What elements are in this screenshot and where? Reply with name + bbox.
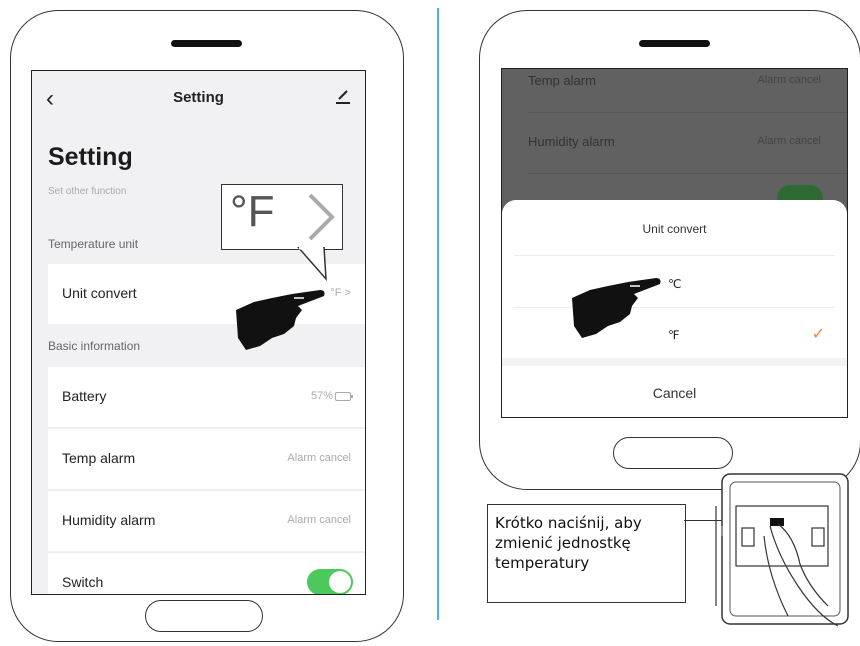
option-fahrenheit[interactable]: ℉ [668, 328, 679, 342]
unit-convert-value: °F > [330, 287, 351, 299]
nav-bar: ‹ Setting [32, 71, 365, 127]
switch-label: Switch [62, 574, 104, 590]
sheet-divider [514, 307, 835, 308]
nav-title: Setting [173, 89, 224, 106]
section-basic-information: Basic information [48, 339, 141, 353]
page-subtitle: Set other function [48, 186, 127, 197]
zoom-callout: °F [221, 184, 343, 250]
unit-convert-sheet: Unit convert ℃ ℉ ✓ Cancel [502, 200, 847, 417]
battery-value: 57% [311, 390, 353, 402]
bg-humidity-alarm-label: Humidity alarm [528, 134, 615, 149]
row-divider [48, 427, 365, 428]
sensor-device-illustration [715, 473, 849, 627]
bg-row-divider [528, 112, 847, 113]
temp-alarm-value: Alarm cancel [287, 452, 351, 464]
instruction-box: Krótko naciśnij, aby zmienić jednostkę t… [487, 504, 686, 603]
sheet-title: Unit convert [642, 222, 707, 236]
page-title: Setting [48, 143, 133, 171]
toggle-knob [329, 571, 351, 593]
bg-temp-alarm-label: Temp alarm [528, 73, 596, 88]
unit-convert-label: Unit convert [62, 285, 137, 301]
bg-row-divider [528, 173, 847, 174]
callout-unit-text: °F [230, 187, 275, 236]
checkmark-icon: ✓ [811, 326, 825, 343]
temp-alarm-label: Temp alarm [62, 450, 136, 466]
section-temperature-unit: Temperature unit [48, 237, 139, 251]
bg-temp-alarm-value: Alarm cancel [757, 74, 821, 86]
pointing-hand-icon [572, 278, 661, 338]
instruction-text: Krótko naciśnij, aby zmienić jednostkę t… [495, 514, 642, 572]
right-phone-speaker [639, 40, 710, 47]
battery-icon [335, 391, 353, 401]
battery-label: Battery [62, 388, 107, 404]
humidity-alarm-row[interactable]: Humidity alarm Alarm cancel [48, 491, 365, 551]
divider-line [437, 8, 439, 620]
edit-pen-icon[interactable] [333, 86, 353, 106]
cancel-button[interactable]: Cancel [502, 385, 847, 401]
humidity-alarm-value: Alarm cancel [287, 514, 351, 526]
humidity-alarm-label: Humidity alarm [62, 512, 156, 528]
pointing-hand-icon [236, 290, 325, 350]
chevron-right-icon [308, 193, 335, 241]
option-celsius[interactable]: ℃ [668, 277, 681, 291]
sheet-gap [502, 358, 847, 366]
right-phone-home-button[interactable] [613, 437, 733, 469]
right-phone-screen: Temp alarm Alarm cancel Humidity alarm A… [501, 68, 848, 418]
switch-toggle[interactable] [307, 569, 353, 594]
bg-humidity-alarm-value: Alarm cancel [757, 135, 821, 147]
left-phone-home-button[interactable] [145, 600, 263, 632]
battery-row: Battery 57% [48, 367, 365, 427]
left-phone-speaker [171, 40, 242, 47]
temp-alarm-row[interactable]: Temp alarm Alarm cancel [48, 429, 365, 489]
switch-row: Switch [48, 553, 365, 594]
sheet-divider [514, 255, 835, 256]
